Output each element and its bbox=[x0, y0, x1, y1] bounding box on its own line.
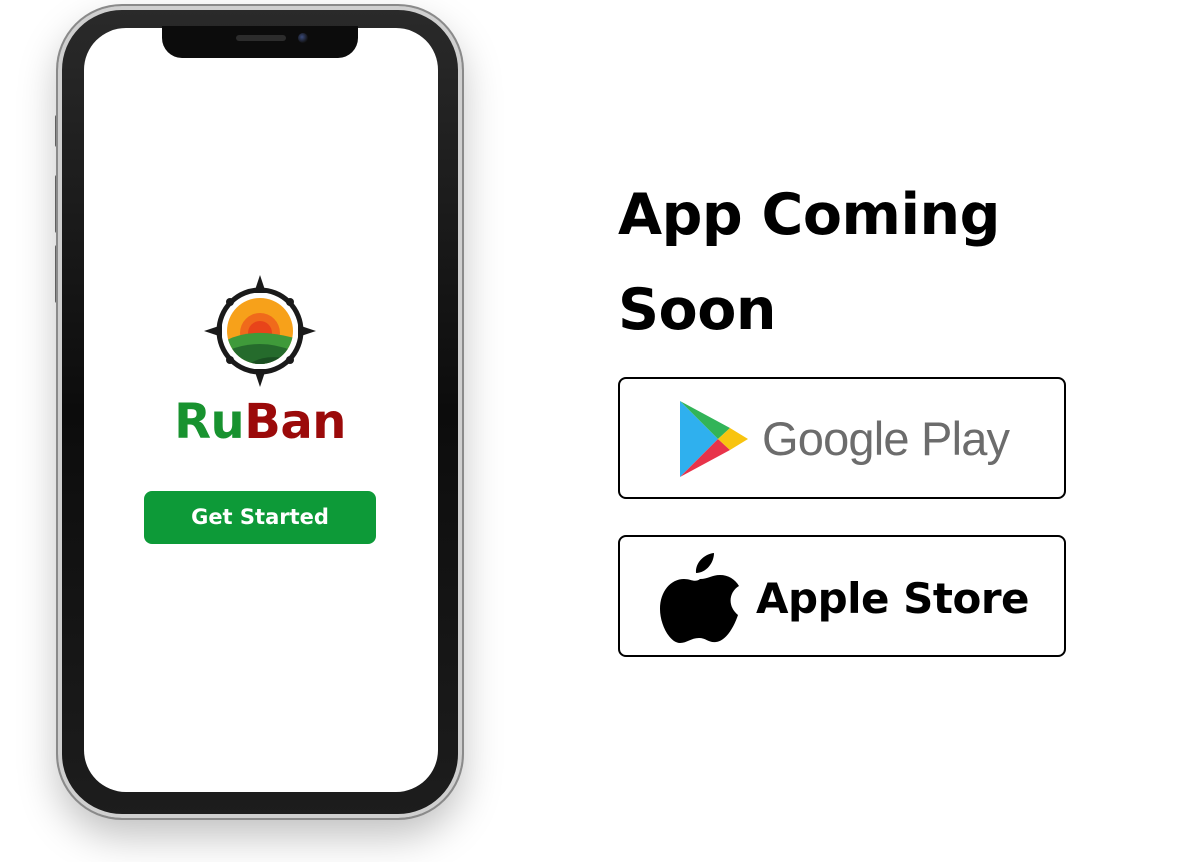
brand-name-part1: Ru bbox=[174, 394, 245, 450]
google-play-button[interactable]: Google Play bbox=[618, 377, 1066, 499]
brand-name-part2: Ban bbox=[244, 394, 346, 450]
google-play-label: Google Play bbox=[762, 412, 1010, 465]
compass-sunrise-logo-icon bbox=[204, 275, 316, 387]
headline-line1: App Coming bbox=[618, 182, 1000, 248]
apple-icon bbox=[660, 553, 739, 643]
google-play-icon bbox=[680, 401, 748, 477]
coming-soon-headline: App Coming Soon bbox=[618, 168, 1158, 358]
brand-name: RuBan bbox=[168, 392, 352, 452]
headline-line2: Soon bbox=[618, 277, 776, 343]
phone-speaker bbox=[236, 35, 286, 41]
apple-store-button[interactable]: Apple Store bbox=[618, 535, 1066, 657]
get-started-button[interactable]: Get Started bbox=[144, 491, 376, 544]
apple-store-label: Apple Store bbox=[756, 574, 1030, 623]
phone-notch bbox=[162, 26, 358, 58]
phone-camera bbox=[298, 33, 308, 43]
